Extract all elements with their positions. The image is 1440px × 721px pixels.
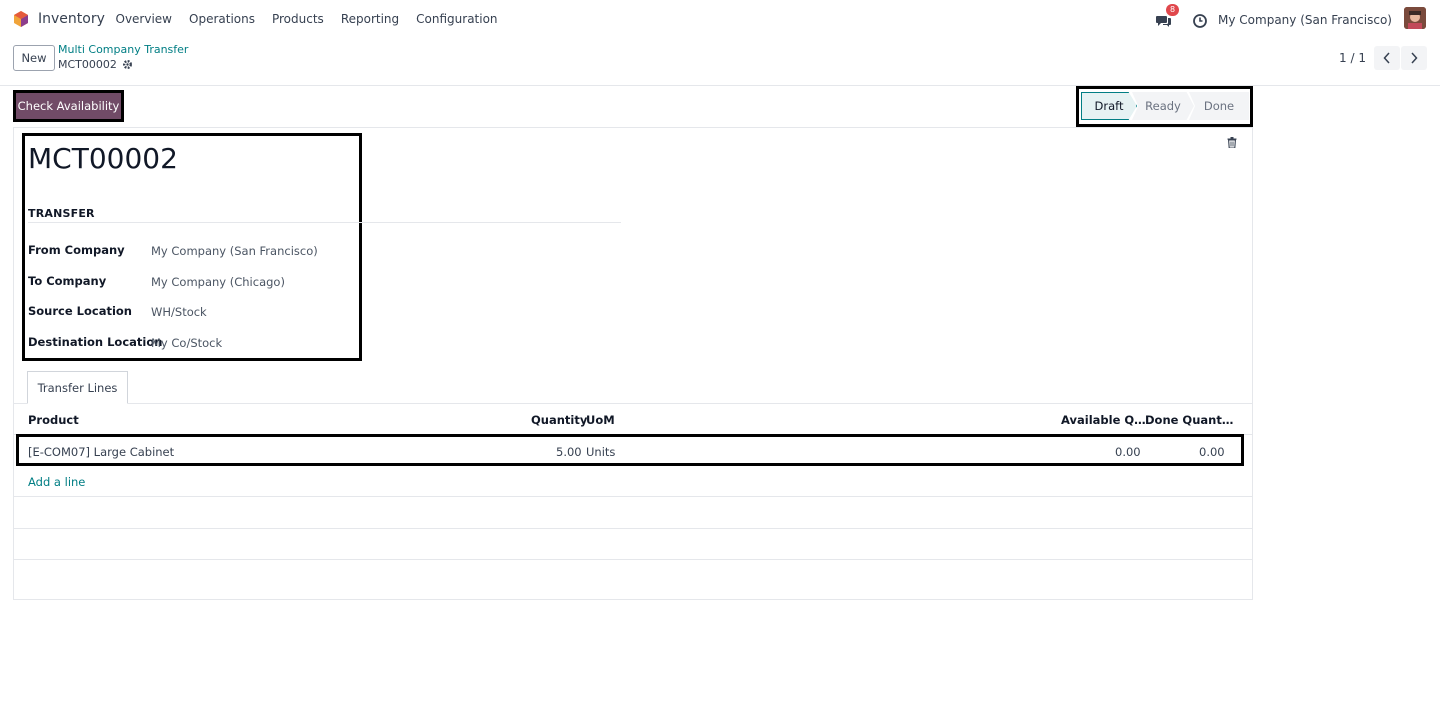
lines-table-header: Product Quantity UoM Available Q… Done Q… <box>14 404 1252 435</box>
tab-transfer-lines[interactable]: Transfer Lines <box>27 371 128 404</box>
chat-badge: 8 <box>1166 4 1180 16</box>
group-separator <box>28 222 621 223</box>
destination-location-field[interactable]: My Co/Stock <box>151 336 222 350</box>
menu-item-products[interactable]: Products <box>263 12 332 26</box>
new-button[interactable]: New <box>13 45 55 71</box>
form-statusbar: Check Availability Done Ready Draft <box>13 86 1253 128</box>
menu-item-reporting[interactable]: Reporting <box>332 12 407 26</box>
from-company-field[interactable]: My Company (San Francisco) <box>151 244 318 258</box>
cell-done-quantity[interactable]: 0.00 <box>1199 445 1225 459</box>
source-location-field[interactable]: WH/Stock <box>151 305 207 319</box>
column-header-quantity[interactable]: Quantity <box>531 413 587 427</box>
form-sheet: MCT00002 TRANSFER From Company My Compan… <box>13 128 1253 600</box>
table-row-divider <box>14 496 1252 497</box>
app-name[interactable]: Inventory <box>38 11 105 27</box>
from-company-label: From Company <box>28 243 125 257</box>
user-avatar[interactable] <box>1404 7 1426 29</box>
table-row-divider <box>14 559 1252 560</box>
cell-available-quantity: 0.00 <box>1115 445 1141 459</box>
breadcrumb-current: MCT00002 <box>58 58 133 71</box>
breadcrumb-parent-link[interactable]: Multi Company Transfer <box>58 43 188 56</box>
trash-icon[interactable] <box>1227 137 1237 148</box>
navbar-systray: 8 My Company (San Francisco) <box>1156 4 1426 29</box>
control-panel: New Multi Company Transfer MCT00002 1 / … <box>0 38 1440 86</box>
menu-item-operations[interactable]: Operations <box>181 12 264 26</box>
stage-pipeline: Done Ready Draft <box>1076 86 1253 127</box>
record-title: MCT00002 <box>28 142 178 175</box>
cell-uom[interactable]: Units <box>586 445 615 459</box>
chevron-left-icon <box>1383 52 1390 64</box>
pager-value[interactable]: 1 / 1 <box>1339 51 1366 65</box>
column-header-product[interactable]: Product <box>28 413 79 427</box>
add-line-link[interactable]: Add a line <box>28 475 85 489</box>
main-menu: Overview Operations Products Reporting C… <box>107 12 506 26</box>
breadcrumb-current-label: MCT00002 <box>58 58 117 71</box>
stage-draft[interactable]: Draft <box>1081 92 1137 120</box>
menu-item-configuration[interactable]: Configuration <box>408 12 506 26</box>
gear-icon[interactable] <box>122 59 133 70</box>
source-location-label: Source Location <box>28 304 132 318</box>
check-availability-button[interactable]: Check Availability <box>13 90 124 122</box>
column-header-uom[interactable]: UoM <box>586 413 615 427</box>
inventory-app-icon[interactable] <box>12 10 30 28</box>
stage-done[interactable]: Done <box>1189 92 1249 120</box>
stage-ready[interactable]: Ready <box>1132 92 1194 120</box>
menu-item-overview[interactable]: Overview <box>107 12 181 26</box>
column-header-available-quantity[interactable]: Available Q… <box>1061 413 1146 427</box>
activity-clock-icon[interactable] <box>1192 13 1208 29</box>
chevron-right-icon <box>1411 52 1418 64</box>
cell-quantity[interactable]: 5.00 <box>556 445 582 459</box>
to-company-label: To Company <box>28 274 107 288</box>
table-row-divider <box>14 528 1252 529</box>
cell-product[interactable]: [E-COM07] Large Cabinet <box>28 445 174 459</box>
group-title: TRANSFER <box>28 207 95 220</box>
chat-icon[interactable]: 8 <box>1156 4 1180 27</box>
column-header-done-quantity[interactable]: Done Quant… <box>1145 413 1233 427</box>
destination-location-label: Destination Location <box>28 335 163 349</box>
company-switcher[interactable]: My Company (San Francisco) <box>1218 13 1392 27</box>
top-navbar: Inventory Overview Operations Products R… <box>0 0 1440 38</box>
to-company-field[interactable]: My Company (Chicago) <box>151 275 285 289</box>
pager-previous-button[interactable] <box>1374 46 1400 70</box>
table-row[interactable]: [E-COM07] Large Cabinet 5.00 Units 0.00 … <box>16 434 1244 466</box>
notebook-tabs: Transfer Lines <box>14 371 1252 404</box>
pager-next-button[interactable] <box>1401 46 1427 70</box>
